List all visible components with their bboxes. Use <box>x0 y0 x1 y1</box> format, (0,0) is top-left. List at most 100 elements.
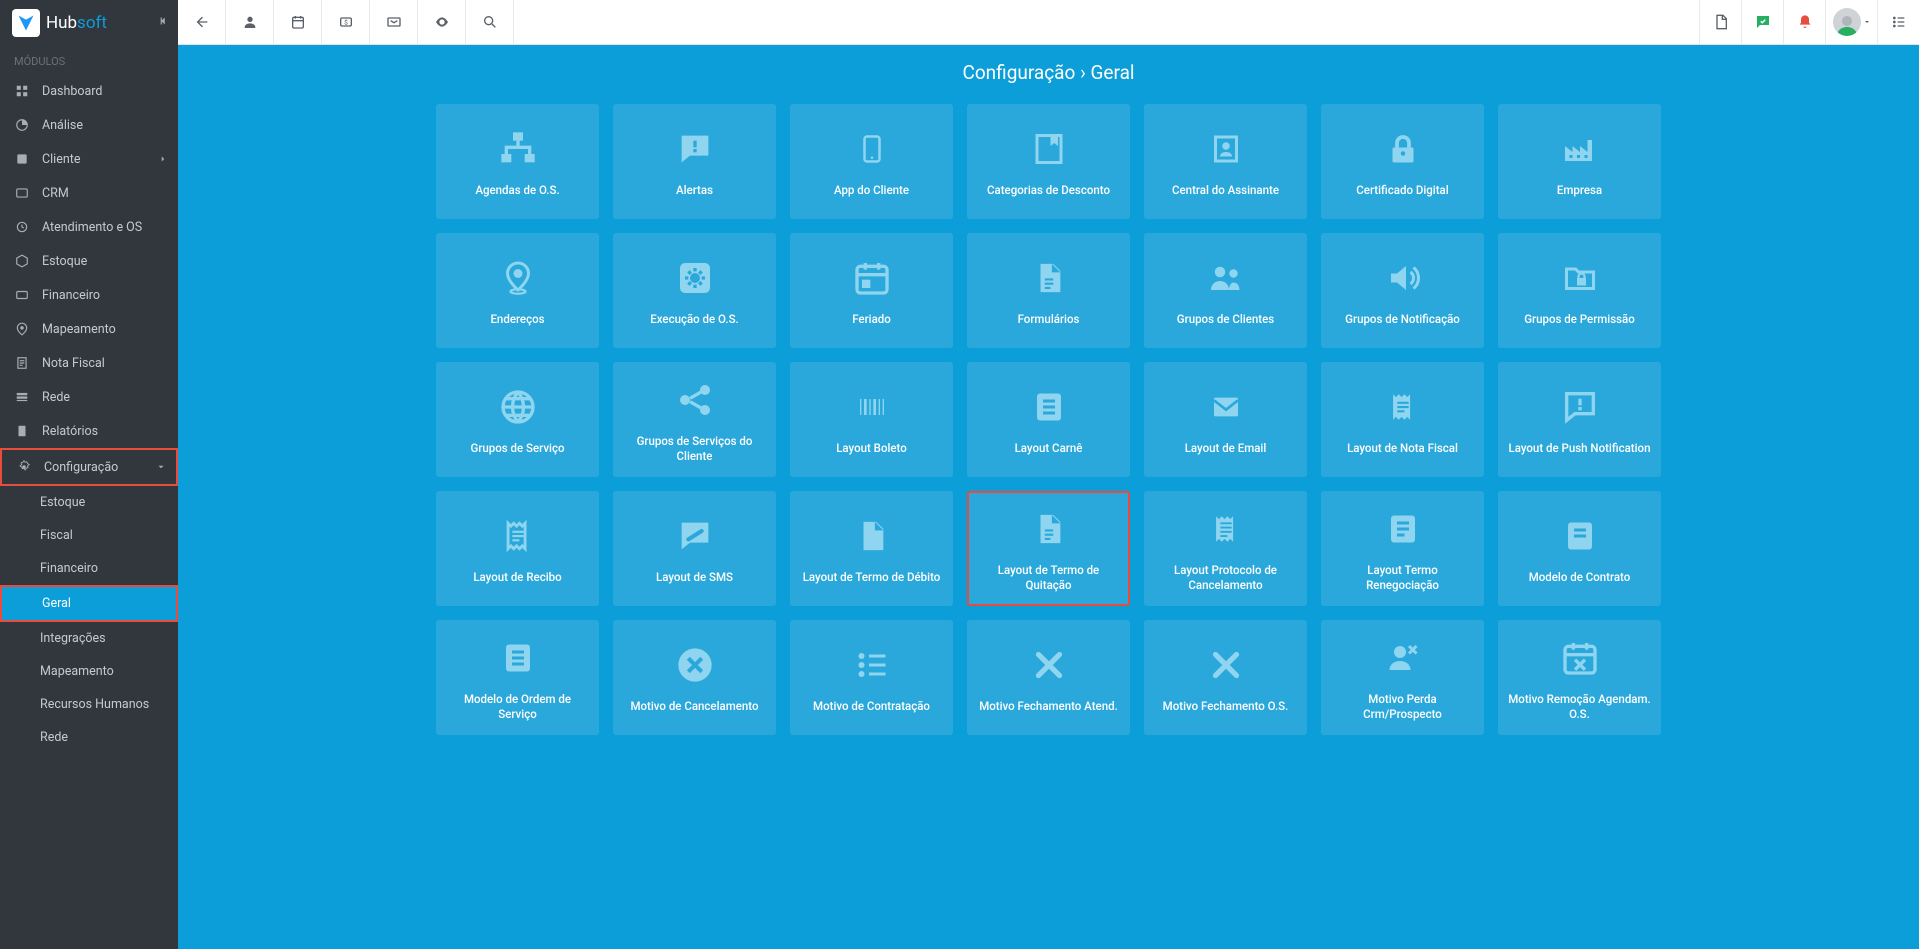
calendar-button[interactable] <box>274 0 322 44</box>
sidebar-sub-rede[interactable]: Rede <box>0 721 178 754</box>
card-label: Agendas de O.S. <box>475 183 559 198</box>
card-label: Formulários <box>1018 312 1080 327</box>
sidebar-sub-mapeamento[interactable]: Mapeamento <box>0 655 178 688</box>
card-central-assinante[interactable]: Central do Assinante <box>1144 104 1307 219</box>
sidebar-item-label: Relatórios <box>42 424 98 439</box>
avatar-icon <box>1833 8 1861 36</box>
send-button[interactable] <box>370 0 418 44</box>
sidebar-item-crm[interactable]: CRM <box>0 176 178 210</box>
card-formularios[interactable]: Formulários <box>967 233 1130 348</box>
user-button[interactable] <box>226 0 274 44</box>
card-layout-sms[interactable]: Layout de SMS <box>613 491 776 606</box>
sidebar-item-estoque[interactable]: Estoque <box>0 244 178 278</box>
card-certificado-digital[interactable]: Certificado Digital <box>1321 104 1484 219</box>
card-motivo-fechamento-os[interactable]: Motivo Fechamento O.S. <box>1144 620 1307 735</box>
card-label: Layout Termo Renegociação <box>1331 563 1474 593</box>
card-categorias-desconto[interactable]: Categorias de Desconto <box>967 104 1130 219</box>
card-label: Alertas <box>676 183 713 198</box>
card-grupos-servico[interactable]: Grupos de Serviço <box>436 362 599 477</box>
relatorios-icon <box>14 423 30 439</box>
lines-doc2-icon <box>1385 505 1421 553</box>
bell-button[interactable] <box>1783 0 1825 44</box>
sidebar-item-analise[interactable]: Análise <box>0 108 178 142</box>
card-layout-termo-renegociacao[interactable]: Layout Termo Renegociação <box>1321 491 1484 606</box>
card-motivo-perda-crm[interactable]: Motivo Perda Crm/Prospecto <box>1321 620 1484 735</box>
form-icon <box>1032 254 1066 302</box>
list-button[interactable] <box>1877 0 1919 44</box>
card-feriado[interactable]: Feriado <box>790 233 953 348</box>
sidebar-item-relatorios[interactable]: Relatórios <box>0 414 178 448</box>
card-modelo-ordem-servico[interactable]: Modelo de Ordem de Serviço <box>436 620 599 735</box>
card-motivo-fechamento-atend[interactable]: Motivo Fechamento Atend. <box>967 620 1130 735</box>
eye-button[interactable] <box>418 0 466 44</box>
sidebar-item-configuracao[interactable]: Configuração <box>0 448 178 486</box>
card-agendas-os[interactable]: Agendas de O.S. <box>436 104 599 219</box>
card-enderecos[interactable]: Endereços <box>436 233 599 348</box>
sidebar-item-nota-fiscal[interactable]: Nota Fiscal <box>0 346 178 380</box>
card-layout-termo-quitacao[interactable]: Layout de Termo de Quitação <box>967 491 1130 606</box>
money-button[interactable]: $ <box>322 0 370 44</box>
card-execucao-os[interactable]: Execução de O.S. <box>613 233 776 348</box>
card-layout-carne[interactable]: Layout Carnê <box>967 362 1130 477</box>
avatar-button[interactable] <box>1825 0 1877 44</box>
logo-text: Hubsoft <box>46 13 107 33</box>
card-modelo-contrato[interactable]: Modelo de Contrato <box>1498 491 1661 606</box>
sidebar-sub-financeiro[interactable]: Financeiro <box>0 552 178 585</box>
card-label: Layout de Termo de Quitação <box>979 563 1118 593</box>
card-alertas[interactable]: Alertas <box>613 104 776 219</box>
id-icon <box>1208 125 1244 173</box>
sidebar-item-label: Financeiro <box>42 288 100 303</box>
card-label: Layout Protocolo de Cancelamento <box>1154 563 1297 593</box>
sidebar-item-label: Nota Fiscal <box>42 356 105 371</box>
back-button[interactable] <box>178 0 226 44</box>
logo[interactable]: Hubsoft <box>0 0 178 45</box>
gear-box-icon <box>675 254 715 302</box>
breadcrumb: Configuração › Geral <box>178 45 1919 104</box>
sitemap-icon <box>496 125 540 173</box>
calendar-x-icon <box>1560 634 1600 682</box>
pdf-button[interactable] <box>1699 0 1741 44</box>
sidebar-item-label: Cliente <box>42 152 80 167</box>
card-motivo-remocao-agendam[interactable]: Motivo Remoção Agendam. O.S. <box>1498 620 1661 735</box>
sidebar-item-financeiro[interactable]: Financeiro <box>0 278 178 312</box>
card-label: Execução de O.S. <box>650 312 738 327</box>
chat-button[interactable] <box>1741 0 1783 44</box>
card-motivo-cancelamento[interactable]: Motivo de Cancelamento <box>613 620 776 735</box>
card-grupos-servicos-cliente[interactable]: Grupos de Serviços do Cliente <box>613 362 776 477</box>
card-grupos-notificacao[interactable]: Grupos de Notificação <box>1321 233 1484 348</box>
card-empresa[interactable]: Empresa <box>1498 104 1661 219</box>
chevron-right-icon <box>158 154 168 164</box>
card-grupos-permissao[interactable]: Grupos de Permissão <box>1498 233 1661 348</box>
sidebar-sub-fiscal[interactable]: Fiscal <box>0 519 178 552</box>
sidebar-sub-integracoes[interactable]: Integrações <box>0 622 178 655</box>
card-layout-nota-fiscal[interactable]: Layout de Nota Fiscal <box>1321 362 1484 477</box>
card-grupos-clientes[interactable]: Grupos de Clientes <box>1144 233 1307 348</box>
users-icon <box>1204 254 1248 302</box>
card-app-cliente[interactable]: App do Cliente <box>790 104 953 219</box>
card-layout-recibo[interactable]: Layout de Recibo <box>436 491 599 606</box>
receipt-icon <box>1386 383 1420 431</box>
sidebar-collapse-icon[interactable] <box>156 14 170 28</box>
card-layout-termo-debito[interactable]: Layout de Termo de Débito <box>790 491 953 606</box>
sidebar-sub-geral[interactable]: Geral <box>0 585 178 622</box>
speaker-icon <box>1383 254 1423 302</box>
card-label: Empresa <box>1557 183 1602 198</box>
card-layout-push[interactable]: Layout de Push Notification <box>1498 362 1661 477</box>
sms-icon <box>675 512 715 560</box>
card-layout-email[interactable]: Layout de Email <box>1144 362 1307 477</box>
card-label: Motivo Fechamento O.S. <box>1163 699 1289 714</box>
sidebar-item-rede[interactable]: Rede <box>0 380 178 414</box>
card-motivo-contratacao[interactable]: Motivo de Contratação <box>790 620 953 735</box>
search-button[interactable] <box>466 0 514 44</box>
card-layout-protocolo-cancelamento[interactable]: Layout Protocolo de Cancelamento <box>1144 491 1307 606</box>
card-layout-boleto[interactable]: Layout Boleto <box>790 362 953 477</box>
financeiro-icon <box>14 287 30 303</box>
sidebar-item-dashboard[interactable]: Dashboard <box>0 74 178 108</box>
sidebar-sub-rh[interactable]: Recursos Humanos <box>0 688 178 721</box>
atendimento-icon <box>14 219 30 235</box>
sidebar-item-mapeamento[interactable]: Mapeamento <box>0 312 178 346</box>
sidebar-item-label: Configuração <box>44 460 118 475</box>
sidebar-item-atendimento[interactable]: Atendimento e OS <box>0 210 178 244</box>
sidebar-sub-estoque[interactable]: Estoque <box>0 486 178 519</box>
sidebar-item-cliente[interactable]: Cliente <box>0 142 178 176</box>
